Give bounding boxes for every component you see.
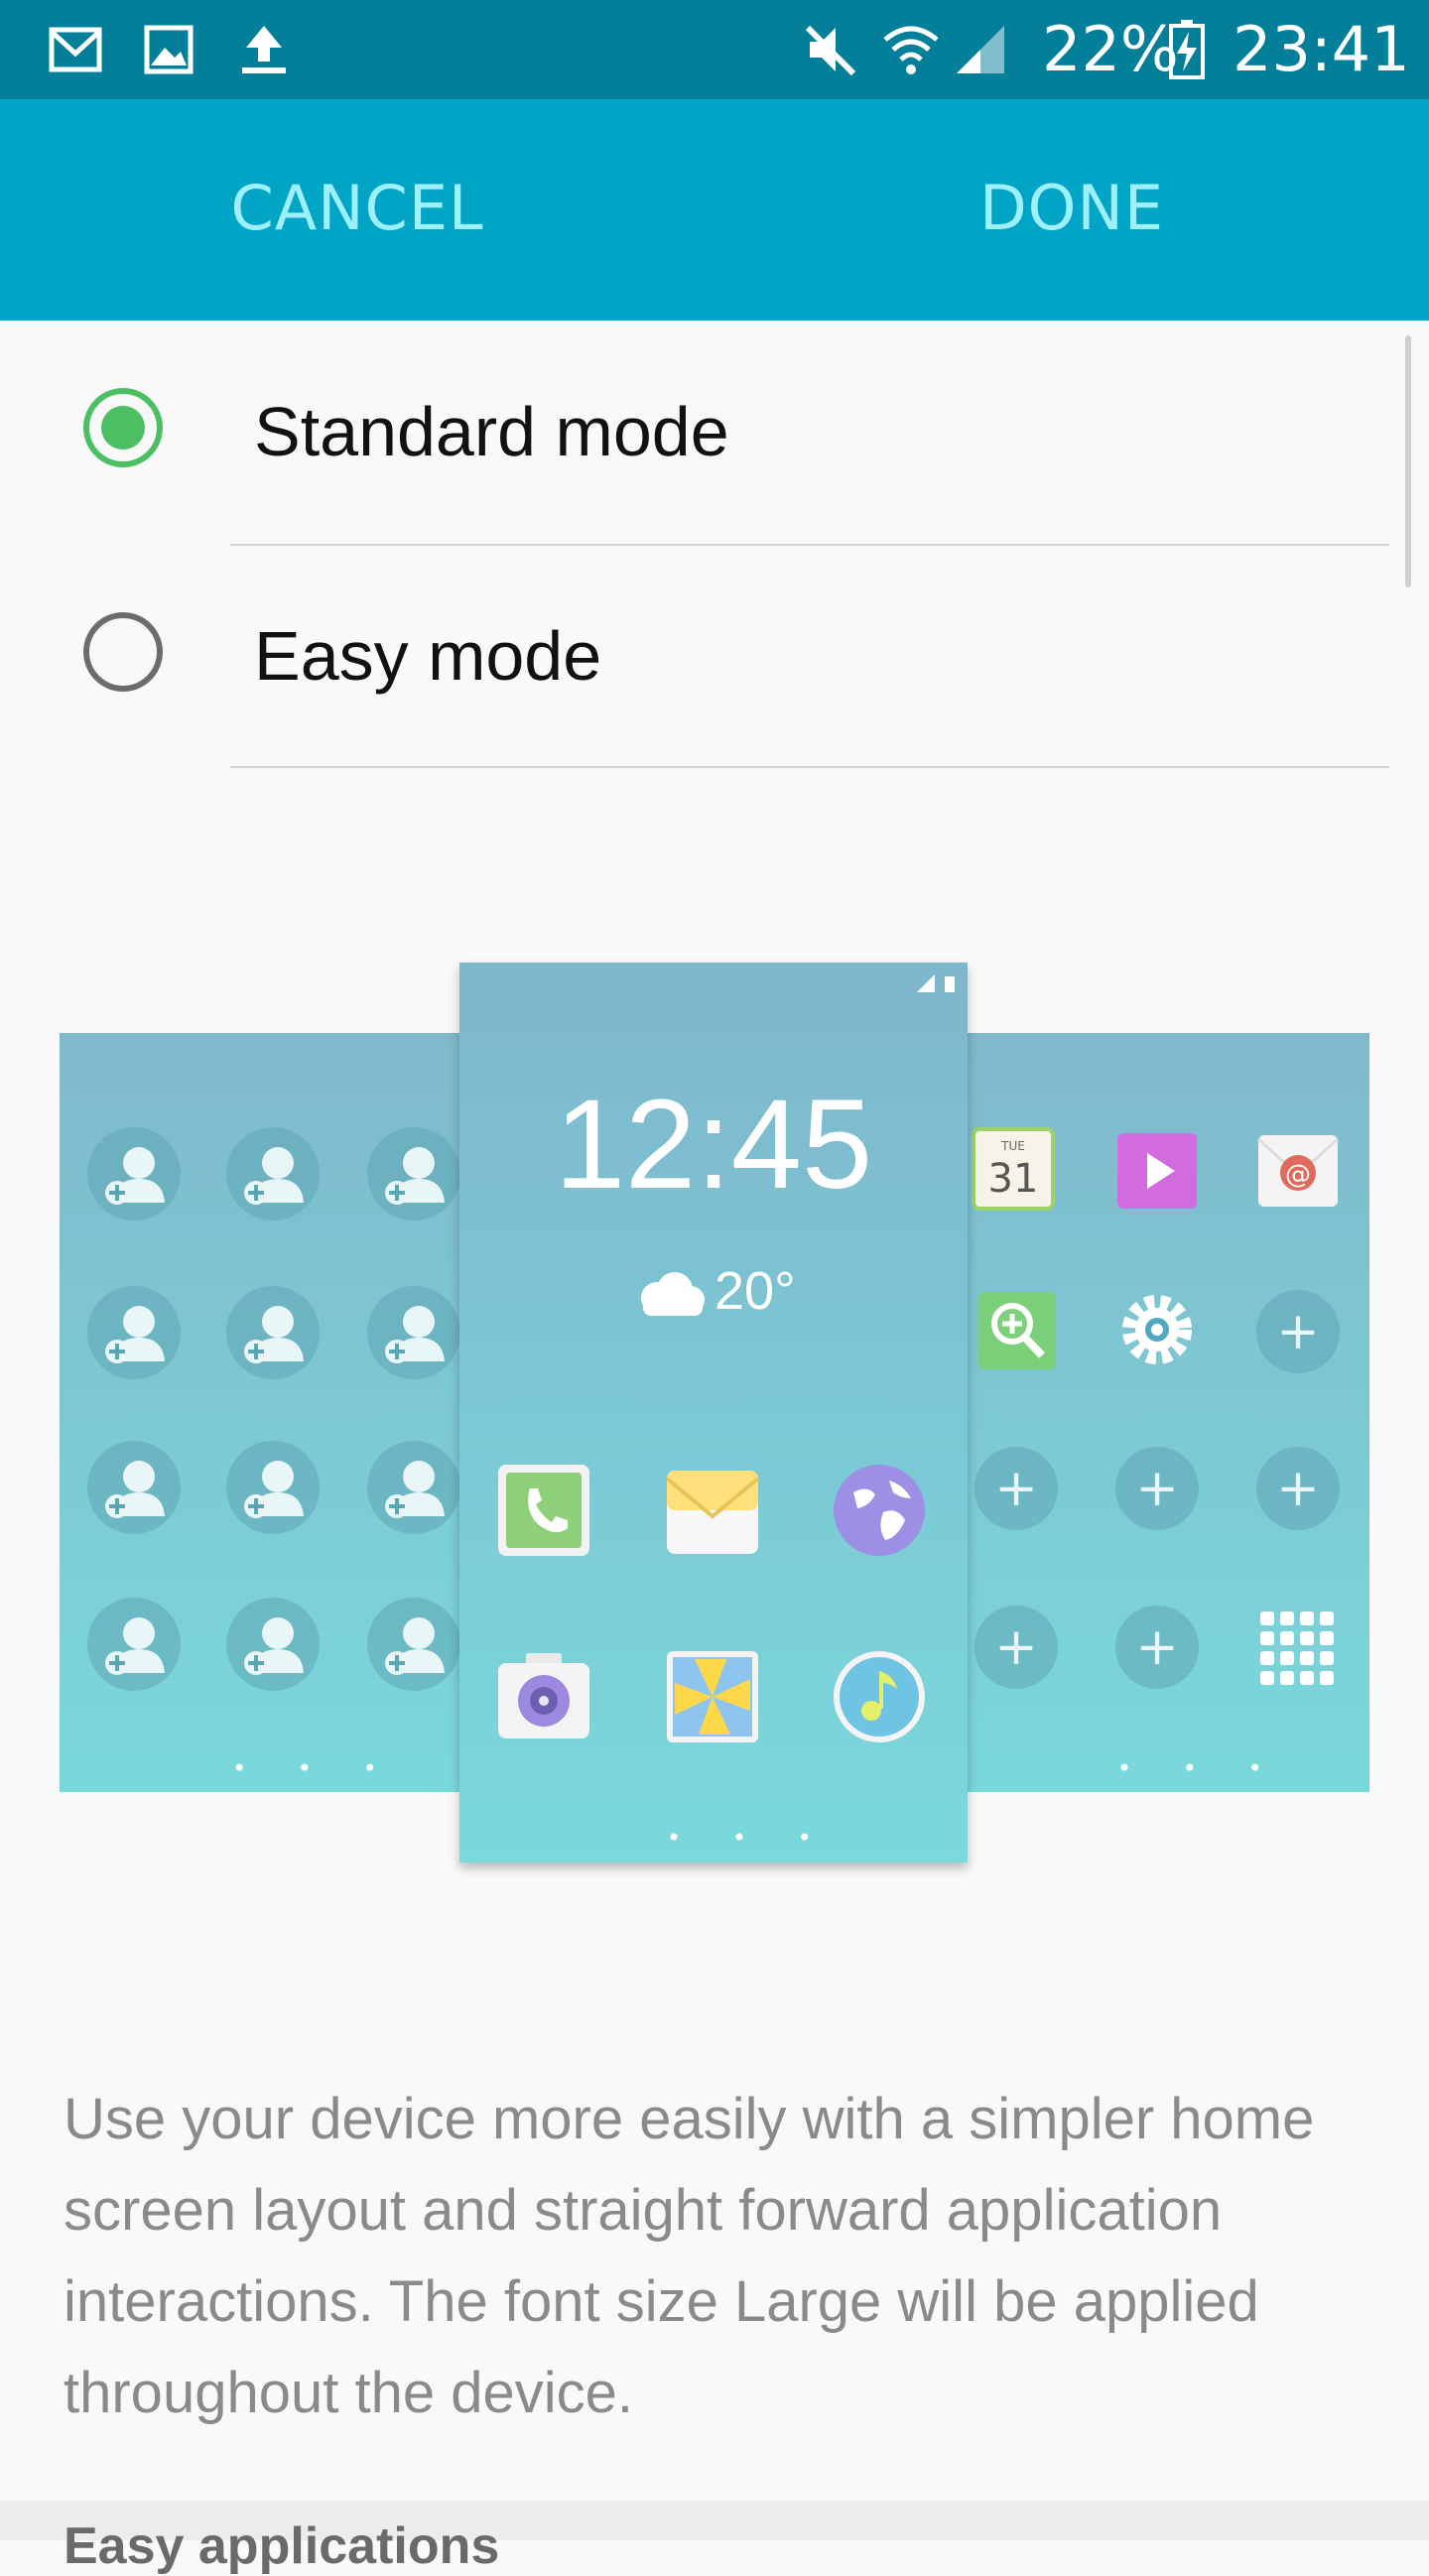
page-indicator-right: • • • — [1117, 1754, 1284, 1782]
calendar-icon: TUE 31 — [972, 1127, 1055, 1211]
preview-clock: 12:45 — [554, 1074, 873, 1216]
add-contact-icon — [367, 1598, 460, 1691]
section-label: Easy applications — [64, 2517, 500, 2575]
magnifier-icon — [978, 1292, 1056, 1369]
internet-globe-icon — [834, 1465, 925, 1556]
radio-unselected[interactable] — [83, 612, 163, 692]
signal-icon — [957, 26, 1004, 73]
option-label: Standard mode — [254, 393, 729, 470]
add-contact-icon — [226, 1127, 320, 1221]
add-app-icon: + — [1115, 1447, 1199, 1530]
add-contact-icon — [226, 1441, 320, 1534]
preview-temperature: 20° — [714, 1261, 796, 1321]
phone-icon — [498, 1465, 589, 1556]
camera-icon — [498, 1653, 589, 1739]
svg-text:TUE: TUE — [1000, 1139, 1025, 1153]
add-app-icon: + — [1256, 1447, 1340, 1530]
upload-icon — [242, 26, 286, 73]
battery-charging-icon — [1169, 20, 1205, 79]
add-contact-icon — [87, 1598, 181, 1691]
add-contact-icon — [87, 1441, 181, 1534]
gmail-icon — [49, 27, 102, 72]
clock-time: 23:41 — [1233, 13, 1410, 85]
add-contact-icon — [87, 1286, 181, 1379]
add-contact-icon — [87, 1127, 181, 1221]
cloud-icon — [641, 1272, 705, 1316]
divider — [230, 544, 1389, 546]
battery-percent: 22% — [1042, 13, 1179, 85]
page-indicator-center: • • • — [667, 1824, 834, 1852]
gallery-icon — [144, 25, 194, 74]
music-icon — [834, 1651, 925, 1742]
add-app-icon: + — [974, 1447, 1058, 1530]
mode-description: Use your device more easily with a simpl… — [64, 2087, 1315, 2425]
next-section-header: Easy applications — [0, 2501, 1429, 2575]
status-bar: 22% 23:41 — [0, 0, 1429, 99]
option-easy-mode[interactable]: Easy mode — [0, 547, 1429, 767]
option-standard-mode[interactable]: Standard mode — [0, 322, 1429, 543]
done-button[interactable]: DONE — [834, 159, 1310, 258]
page-indicator-left: • • • — [232, 1754, 399, 1782]
scrollbar[interactable] — [1405, 335, 1411, 587]
action-bar: CANCEL DONE — [0, 99, 1429, 321]
radio-selected[interactable] — [83, 388, 163, 467]
add-contact-icon — [226, 1598, 320, 1691]
gallery-app-icon — [667, 1651, 758, 1742]
apps-grid-icon — [1260, 1611, 1334, 1685]
add-app-icon: + — [974, 1606, 1058, 1689]
add-app-icon: + — [1256, 1290, 1340, 1373]
video-icon — [1117, 1133, 1197, 1209]
add-contact-icon — [367, 1127, 460, 1221]
add-contact-icon — [367, 1286, 460, 1379]
add-app-icon: + — [1115, 1606, 1199, 1689]
option-label: Easy mode — [254, 617, 602, 695]
divider — [230, 766, 1389, 768]
settings-gear-icon — [1122, 1295, 1192, 1364]
svg-text:31: 31 — [988, 1156, 1039, 1202]
wifi-icon — [883, 26, 939, 74]
cancel-button[interactable]: CANCEL — [119, 159, 595, 258]
email-icon: @ — [1256, 1135, 1340, 1207]
messages-icon — [665, 1471, 760, 1554]
add-contact-icon — [367, 1441, 460, 1534]
mute-icon — [805, 25, 856, 76]
add-contact-icon — [226, 1286, 320, 1379]
svg-text:@: @ — [1285, 1160, 1311, 1190]
mini-status-icon — [917, 974, 955, 992]
